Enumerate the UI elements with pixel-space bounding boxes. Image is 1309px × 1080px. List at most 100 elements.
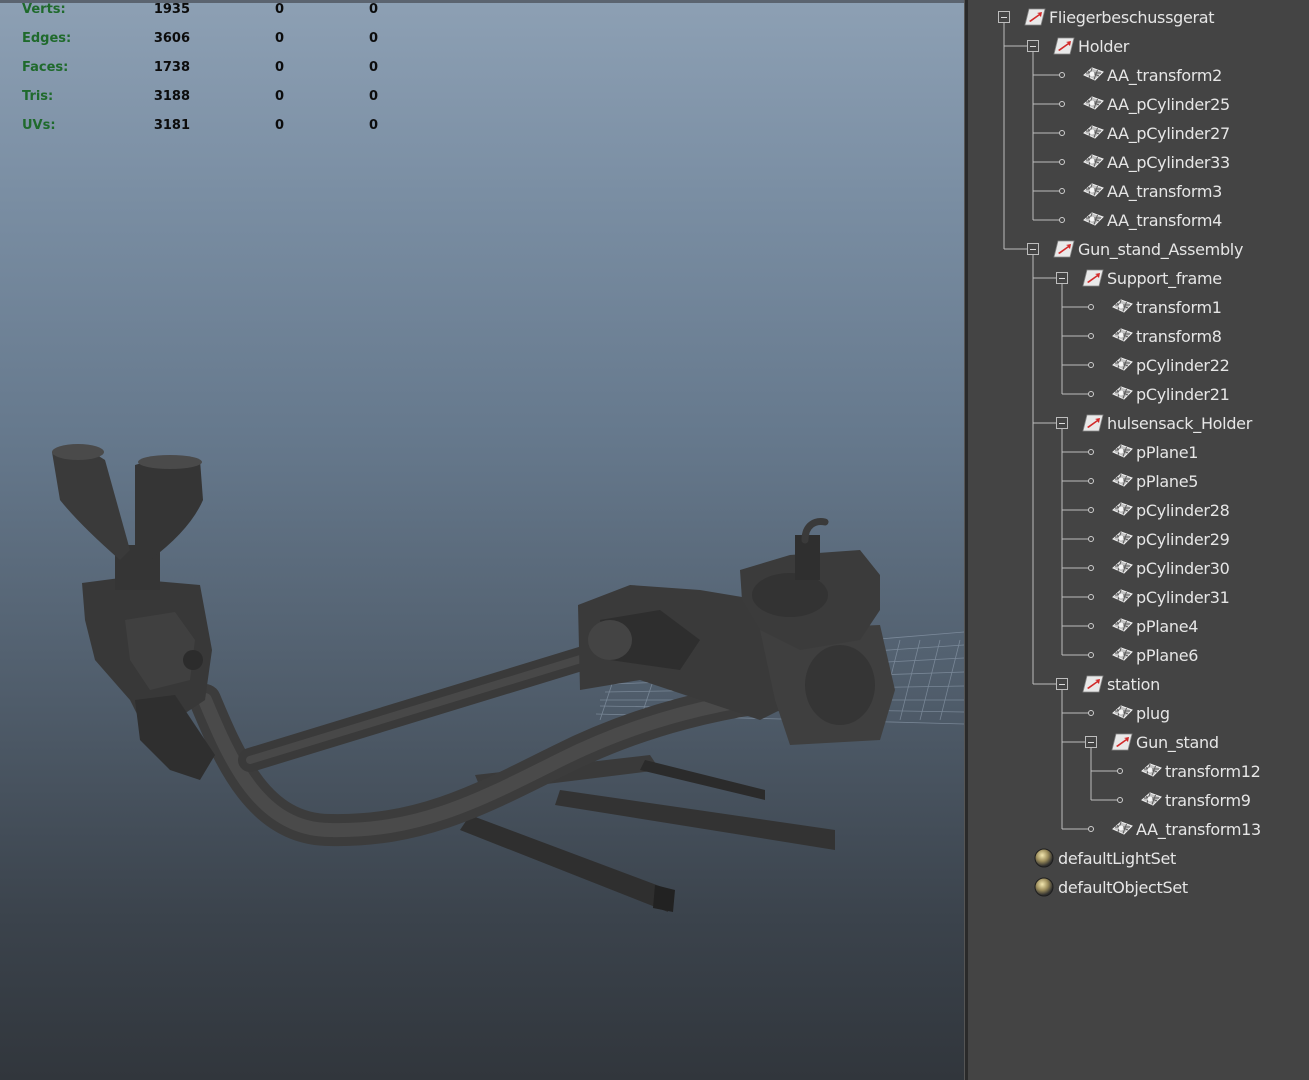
hud-label: Tris:: [22, 89, 54, 104]
leaf-connector-dot: [1088, 652, 1094, 658]
outliner-node[interactable]: pPlane5: [1110, 469, 1198, 493]
outliner-node[interactable]: transform12: [1139, 759, 1261, 783]
outliner-node[interactable]: AA_pCylinder33: [1081, 150, 1230, 174]
outliner-node[interactable]: AA_transform3: [1081, 179, 1222, 203]
shoulder-rest-assembly: [52, 444, 215, 780]
outliner-node[interactable]: Fliegerbeschussgerat: [1023, 5, 1215, 29]
collapse-toggle[interactable]: [1056, 272, 1068, 284]
outliner-node[interactable]: Gun_stand_Assembly: [1052, 237, 1243, 261]
leaf-connector-dot: [1059, 130, 1065, 136]
outliner-node[interactable]: transform1: [1110, 295, 1222, 319]
leaf-connector-dot: [1059, 72, 1065, 78]
hud-value: 3181: [153, 118, 190, 133]
collapse-toggle[interactable]: [1085, 736, 1097, 748]
hud-value: 0: [368, 60, 378, 75]
outliner-node-label: AA_pCylinder33: [1107, 152, 1230, 172]
outliner-node[interactable]: pCylinder30: [1110, 556, 1230, 580]
outliner-node[interactable]: pCylinder31: [1110, 585, 1230, 609]
hud-label: UVs:: [22, 118, 56, 133]
outliner-node[interactable]: AA_transform13: [1110, 817, 1261, 841]
outliner-node-label: pCylinder21: [1136, 384, 1230, 404]
hud-row: Faces: 1738 0 0: [0, 60, 400, 82]
outliner-node[interactable]: pPlane1: [1110, 440, 1198, 464]
hud-value: 0: [368, 2, 378, 17]
outliner-node[interactable]: Holder: [1052, 34, 1129, 58]
outliner-node[interactable]: transform8: [1110, 324, 1222, 348]
mesh-icon: [1112, 821, 1133, 835]
outliner-node[interactable]: pPlane4: [1110, 614, 1198, 638]
outliner-node-label: pCylinder31: [1136, 587, 1230, 607]
leaf-connector-dot: [1059, 101, 1065, 107]
outliner-node-label: pCylinder30: [1136, 558, 1230, 578]
hud-row: Edges: 3606 0 0: [0, 31, 400, 53]
mesh-icon: [1083, 212, 1104, 226]
leaf-connector-dot: [1117, 768, 1123, 774]
hud-value: 0: [368, 118, 378, 133]
outliner-node[interactable]: AA_pCylinder25: [1081, 92, 1230, 116]
mesh-icon: [1112, 589, 1133, 603]
outliner-node[interactable]: defaultObjectSet: [1032, 875, 1188, 899]
mesh-icon: [1083, 183, 1104, 197]
leaf-connector-dot: [1088, 507, 1094, 513]
outliner-node[interactable]: pPlane6: [1110, 643, 1198, 667]
outliner-node[interactable]: station: [1081, 672, 1160, 696]
hud-value: 3606: [153, 31, 190, 46]
collapse-toggle[interactable]: [1027, 40, 1039, 52]
outliner-node[interactable]: Gun_stand: [1110, 730, 1219, 754]
outliner-node[interactable]: pCylinder21: [1110, 382, 1230, 406]
outliner-node[interactable]: pCylinder29: [1110, 527, 1230, 551]
outliner-node-label: station: [1107, 674, 1160, 694]
transform-group-icon: [1111, 733, 1133, 751]
hud-label: Faces:: [22, 60, 69, 75]
collapse-toggle[interactable]: [1056, 678, 1068, 690]
outliner-node-label: Gun_stand_Assembly: [1078, 239, 1244, 259]
outliner-node[interactable]: pCylinder22: [1110, 353, 1230, 377]
outliner-node[interactable]: Support_frame: [1081, 266, 1222, 290]
leaf-connector-dot: [1088, 536, 1094, 542]
leaf-connector-dot: [1088, 362, 1094, 368]
outliner-node[interactable]: plug: [1110, 701, 1170, 725]
hud-label: Verts:: [22, 2, 66, 17]
hud-row: UVs: 3181 0 0: [0, 118, 400, 140]
hud-value: 1935: [153, 2, 190, 17]
hud-value: 0: [274, 60, 284, 75]
mesh-icon: [1112, 444, 1133, 458]
outliner-node-label: Holder: [1078, 36, 1130, 56]
outliner-node[interactable]: pCylinder28: [1110, 498, 1230, 522]
object-set-icon: [1034, 848, 1054, 868]
mesh-icon: [1083, 67, 1104, 81]
mesh-icon: [1112, 502, 1133, 516]
outliner-node-label: AA_pCylinder25: [1107, 94, 1230, 114]
outliner-node-label: AA_transform4: [1107, 210, 1223, 230]
collapse-toggle[interactable]: [1056, 417, 1068, 429]
mesh-icon: [1112, 473, 1133, 487]
hud-value: 0: [274, 118, 284, 133]
outliner-node-label: pCylinder28: [1136, 500, 1230, 520]
transform-group-icon: [1024, 8, 1046, 26]
outliner-node-label: Support_frame: [1107, 268, 1222, 288]
outliner-node[interactable]: AA_transform4: [1081, 208, 1222, 232]
outliner-node-label: pCylinder29: [1136, 529, 1230, 549]
3d-viewport[interactable]: Verts: 1935 0 0 Edges: 3606 0 0 Faces: 1738 0 0 Tris…: [0, 0, 964, 1080]
outliner-node-label: defaultObjectSet: [1058, 877, 1188, 897]
outliner-panel[interactable]: Fliegerbeschussgerat Holder AA_transform2 A…: [968, 0, 1309, 1080]
collapse-toggle[interactable]: [1027, 243, 1039, 255]
leaf-connector-dot: [1088, 565, 1094, 571]
collapse-toggle[interactable]: [998, 11, 1010, 23]
outliner-node[interactable]: defaultLightSet: [1032, 846, 1176, 870]
mesh-icon: [1083, 96, 1104, 110]
outliner-node-label: transform1: [1136, 297, 1222, 317]
outliner-node[interactable]: hulsensack_Holder: [1081, 411, 1252, 435]
hud-row: Tris: 3188 0 0: [0, 89, 400, 111]
outliner-node[interactable]: AA_transform2: [1081, 63, 1222, 87]
outliner-node-label: pCylinder22: [1136, 355, 1230, 375]
leaf-connector-dot: [1059, 188, 1065, 194]
outliner-node-label: pPlane5: [1136, 471, 1199, 491]
mesh-icon: [1112, 357, 1133, 371]
hud-value: 0: [368, 89, 378, 104]
mesh-icon: [1112, 618, 1133, 632]
outliner-node[interactable]: AA_pCylinder27: [1081, 121, 1230, 145]
outliner-node[interactable]: transform9: [1139, 788, 1251, 812]
anti-aircraft-mount-model[interactable]: [0, 0, 964, 1080]
outliner-node-label: defaultLightSet: [1058, 848, 1177, 868]
